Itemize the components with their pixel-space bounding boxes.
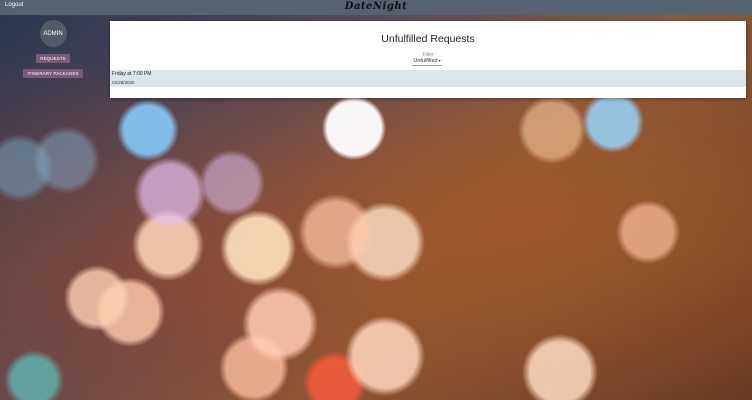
page-title: Unfulfilled Requests xyxy=(381,33,475,45)
requests-button[interactable]: REQUESTS xyxy=(36,54,70,63)
chevron-down-icon: ▾ xyxy=(438,58,441,63)
requests-panel: Unfulfilled Requests Filter Unfulfilled▾… xyxy=(110,21,746,98)
sidebar: ADMIN REQUESTS ITINERARY PACKAGES xyxy=(22,20,84,78)
top-bar: Logout DateNight xyxy=(0,0,752,15)
avatar-text: ADMIN xyxy=(43,30,63,37)
request-date: 02/28/2020 xyxy=(112,80,135,85)
avatar: ADMIN xyxy=(39,20,67,47)
brand-logo: DateNight xyxy=(344,1,408,12)
list-item[interactable]: Friday at 7:00 PM 02/28/2020 xyxy=(110,70,746,87)
request-title: Friday at 7:00 PM xyxy=(112,71,152,77)
itinerary-packages-button[interactable]: ITINERARY PACKAGES xyxy=(23,69,83,78)
filter-selected-value: Unfulfilled xyxy=(413,58,438,64)
filter-select[interactable]: Unfulfilled▾ xyxy=(412,58,442,66)
